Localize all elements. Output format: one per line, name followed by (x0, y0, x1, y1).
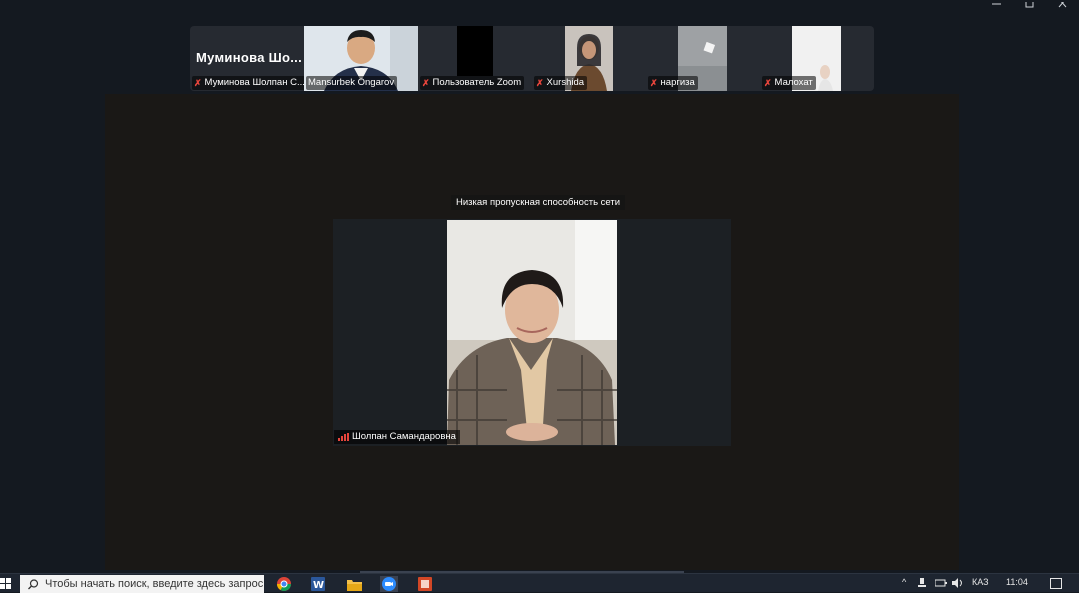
folder-icon (346, 579, 362, 591)
participant-name: Малохат (774, 77, 813, 88)
mic-muted-icon: ✗ (194, 78, 202, 88)
minimize-button[interactable] (980, 0, 1013, 10)
participant-name: наргиза (660, 77, 695, 88)
word-icon: W (311, 577, 325, 591)
svg-text:W: W (313, 580, 324, 591)
participant-label: ✗ Малохат (762, 76, 816, 90)
windows-start-icon[interactable] (0, 578, 12, 590)
restore-icon (1025, 2, 1033, 8)
volume-icon[interactable] (952, 578, 964, 588)
mic-muted-icon: ✗ (764, 78, 772, 88)
notifications-icon[interactable] (1050, 578, 1062, 589)
participant-label: ✗ Xurshida (534, 76, 588, 90)
participant-strip: Муминова Шо... ✗ Муминова Шолпан С... Ma… (190, 26, 874, 91)
participant-name: Муминова Шолпан С... (204, 77, 304, 88)
zoom-taskbar-icon[interactable] (380, 576, 398, 592)
participant-video (457, 26, 493, 76)
participant-name: Xurshida (546, 77, 585, 88)
explorer-taskbar-icon[interactable] (345, 576, 363, 592)
tray-chevron-icon[interactable]: ^ (902, 577, 906, 587)
mic-muted-icon: ✗ (536, 78, 544, 88)
restore-button[interactable] (1013, 0, 1046, 10)
close-icon (1058, 2, 1066, 8)
taskbar-search-box[interactable]: Чтобы начать поиск, введите здесь запрос (20, 575, 264, 593)
participant-tile[interactable]: Муминова Шо... ✗ Муминова Шолпан С... (190, 26, 304, 91)
participant-tile[interactable]: ✗ Малохат (760, 26, 874, 91)
mic-muted-icon: ✗ (422, 78, 430, 88)
minimize-icon (991, 3, 1001, 5)
presentation-icon (418, 577, 432, 591)
chrome-icon (277, 577, 291, 591)
battery-icon[interactable] (935, 579, 947, 587)
participant-label: ✗ наргиза (648, 76, 698, 90)
participant-label: Mansurbek Ongarov (306, 76, 398, 90)
participant-name: Пользователь Zoom (432, 77, 522, 88)
close-button[interactable] (1046, 0, 1079, 10)
taskbar-clock[interactable]: 11:04 (1006, 577, 1028, 587)
network-tray-icon[interactable] (918, 578, 926, 588)
window-controls (980, 0, 1079, 10)
active-speaker-video (447, 220, 617, 445)
participant-tile[interactable]: Mansurbek Ongarov (304, 26, 418, 91)
search-placeholder: Чтобы начать поиск, введите здесь запрос (45, 578, 264, 590)
search-icon (28, 578, 39, 589)
audio-level-icon (338, 433, 349, 441)
active-speaker-name: Шолпан Самандаровна (352, 431, 456, 442)
participant-tile[interactable]: ✗ Пользователь Zoom (418, 26, 532, 91)
word-taskbar-icon[interactable]: W (309, 576, 327, 592)
participant-name: Mansurbek Ongarov (308, 77, 395, 88)
participant-label: ✗ Пользователь Zoom (420, 76, 525, 90)
taskbar: Чтобы начать поиск, введите здесь запрос… (0, 573, 1079, 593)
chrome-taskbar-icon[interactable] (275, 576, 293, 592)
participant-tile[interactable]: ✗ Xurshida (532, 26, 646, 91)
participant-display-name: Муминова Шо... (196, 50, 302, 65)
powerpoint-taskbar-icon[interactable] (416, 576, 434, 592)
zoom-icon (382, 577, 396, 591)
input-language[interactable]: КАЗ (972, 577, 989, 587)
participant-label: ✗ Муминова Шолпан С... (192, 76, 304, 90)
mic-muted-icon: ✗ (650, 78, 658, 88)
active-speaker-label: Шолпан Самандаровна (334, 430, 460, 444)
participant-tile[interactable]: ✗ наргиза (646, 26, 760, 91)
network-warning: Низкая пропускная способность сети (451, 195, 626, 210)
